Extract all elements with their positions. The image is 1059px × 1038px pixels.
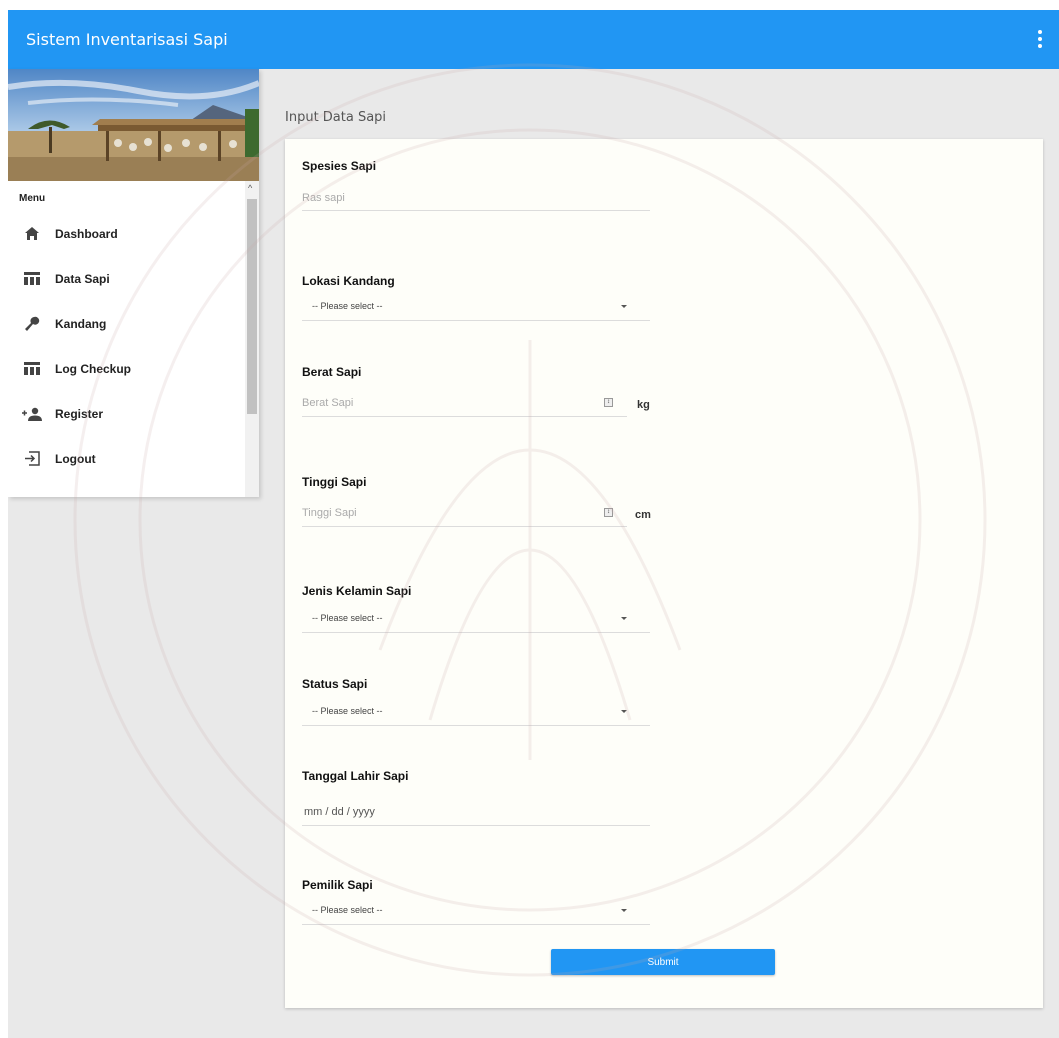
- status-select-value: -- Please select --: [312, 706, 383, 716]
- sidebar-item-log-checkup[interactable]: Log Checkup: [8, 346, 245, 391]
- sex-select-value: -- Please select --: [312, 613, 383, 623]
- birthdate-input[interactable]: mm / dd / yyyy: [302, 800, 650, 826]
- height-input[interactable]: Tinggi Sapi ↕: [302, 501, 627, 527]
- app-window: Sistem Inventarisasi Sapi Menu Dashboard…: [8, 10, 1059, 1038]
- add-person-icon: [21, 405, 43, 423]
- sex-label: Jenis Kelamin Sapi: [302, 584, 412, 598]
- sidebar-item-kandang[interactable]: Kandang: [8, 301, 245, 346]
- sidebar-item-register[interactable]: Register: [8, 391, 245, 436]
- location-select[interactable]: -- Please select --: [302, 295, 650, 321]
- scrollbar-thumb[interactable]: [247, 199, 257, 414]
- sidebar-item-label: Logout: [55, 451, 96, 466]
- app-title: Sistem Inventarisasi Sapi: [26, 30, 228, 49]
- sidebar-item-label: Data Sapi: [55, 271, 110, 286]
- owner-select[interactable]: -- Please select --: [302, 899, 650, 925]
- page-title: Input Data Sapi: [285, 110, 387, 125]
- caret-down-icon: [621, 710, 627, 713]
- species-label: Spesies Sapi: [302, 159, 377, 173]
- location-label: Lokasi Kandang: [302, 274, 395, 288]
- sex-select[interactable]: -- Please select --: [302, 607, 650, 633]
- menu-heading: Menu: [19, 193, 46, 204]
- chevron-up-icon[interactable]: ^: [248, 183, 252, 193]
- caret-down-icon: [621, 305, 627, 308]
- table-icon: [21, 270, 43, 288]
- birthdate-value: mm / dd / yyyy: [304, 806, 375, 818]
- location-select-value: -- Please select --: [312, 301, 383, 311]
- weight-unit: kg: [637, 399, 650, 411]
- input-data-sapi-form: Spesies Sapi Lokasi Kandang -- Please se…: [285, 139, 1043, 1008]
- caret-down-icon: [621, 909, 627, 912]
- height-unit: cm: [635, 509, 651, 521]
- spinner-icon[interactable]: ↕: [604, 398, 613, 407]
- status-select[interactable]: -- Please select --: [302, 700, 650, 726]
- sidebar-item-data-sapi[interactable]: Data Sapi: [8, 256, 245, 301]
- sidebar-item-label: Register: [55, 406, 104, 421]
- owner-label: Pemilik Sapi: [302, 878, 373, 892]
- submit-button[interactable]: Submit: [551, 949, 775, 975]
- home-icon: [21, 225, 43, 243]
- spinner-icon[interactable]: ↕: [604, 508, 613, 517]
- app-bar: Sistem Inventarisasi Sapi: [8, 10, 1059, 69]
- more-menu-icon[interactable]: [1037, 30, 1043, 48]
- owner-select-value: -- Please select --: [312, 905, 383, 915]
- weight-placeholder: Berat Sapi: [302, 397, 354, 409]
- sidebar-item-logout[interactable]: Logout: [8, 436, 245, 481]
- sidebar-item-label: Log Checkup: [55, 361, 132, 376]
- height-label: Tinggi Sapi: [302, 475, 367, 489]
- birthdate-label: Tanggal Lahir Sapi: [302, 769, 409, 783]
- height-placeholder: Tinggi Sapi: [302, 507, 357, 519]
- sidebar-item-label: Dashboard: [55, 226, 118, 241]
- sidebar-item-label: Kandang: [55, 316, 107, 331]
- sidebar: Menu Dashboard Data Sapi Kandang Log Che…: [8, 69, 259, 497]
- sidebar-nav: Dashboard Data Sapi Kandang Log Checkup: [8, 211, 245, 481]
- sidebar-item-dashboard[interactable]: Dashboard: [8, 211, 245, 256]
- weight-input[interactable]: Berat Sapi ↕: [302, 391, 627, 417]
- caret-down-icon: [621, 617, 627, 620]
- table-icon: [21, 360, 43, 378]
- status-label: Status Sapi: [302, 677, 368, 691]
- sidebar-banner-image: [8, 69, 259, 181]
- wrench-icon: [21, 315, 43, 333]
- logout-icon: [21, 450, 43, 468]
- sidebar-scrollbar[interactable]: ^: [245, 181, 259, 497]
- species-input[interactable]: [302, 185, 650, 211]
- weight-label: Berat Sapi: [302, 365, 362, 379]
